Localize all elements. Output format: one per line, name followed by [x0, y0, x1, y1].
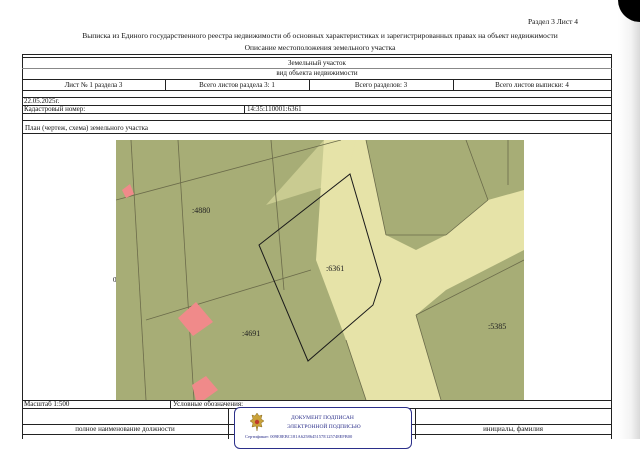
- land-plan-map: :4880 :6361 :4691 :5385: [116, 140, 524, 400]
- total-sheets-section: Всего листов раздела 3: 1: [199, 81, 275, 89]
- object-type: Земельный участок: [288, 59, 346, 67]
- legend-label: Условные обозначения:: [173, 400, 244, 408]
- table-border: [22, 79, 612, 80]
- stamp-certificate: Сертификат: 009E8EBC181A6258645157E12574…: [245, 434, 353, 439]
- parcel-label-6361: :6361: [326, 264, 344, 273]
- sheet-number: Лист № 1 раздела 3: [64, 81, 123, 89]
- table-border: [22, 105, 612, 106]
- parcel-label-4880: :4880: [192, 206, 210, 215]
- table-border: [22, 97, 612, 98]
- table-border: [244, 105, 245, 113]
- document-title: Выписка из Единого государственного реес…: [82, 31, 558, 40]
- total-sections: Всего разделов: 3: [354, 81, 408, 89]
- electronic-signature-stamp: ДОКУМЕНТ ПОДПИСАН ЭЛЕКТРОННОЙ ПОДПИСЬЮ С…: [234, 407, 412, 449]
- table-border: [611, 54, 612, 439]
- table-border: [22, 113, 612, 114]
- document-subtitle: Описание местоположения земельного участ…: [244, 43, 396, 52]
- cadastral-number-label: Кадастровый номер:: [24, 105, 86, 113]
- table-border: [228, 408, 229, 439]
- screen-edge: [618, 0, 640, 439]
- object-type-caption: вид объекта недвижимости: [276, 69, 358, 77]
- total-sheets-extract: Всего листов выписки: 4: [495, 81, 569, 89]
- emblem-icon: [249, 412, 265, 432]
- stamp-line-signed: ДОКУМЕНТ ПОДПИСАН: [291, 415, 354, 421]
- table-border: [22, 54, 23, 439]
- parcel-label-4691: :4691: [242, 329, 260, 338]
- position-caption: полное наименование должности: [75, 425, 175, 433]
- section-sheet-label: Раздел 3 Лист 4: [528, 17, 579, 26]
- table-border: [22, 54, 612, 55]
- table-border: [22, 133, 612, 134]
- table-border: [415, 408, 416, 439]
- table-border: [22, 90, 612, 91]
- plan-title: План (чертеж, схема) земельного участка: [25, 124, 149, 132]
- cadastral-number-value: 14:35:110001:6361: [247, 105, 302, 113]
- scale-label: Масштаб 1:500: [24, 400, 70, 408]
- document-date: 22.05.2025г.: [24, 97, 60, 105]
- parcel-label-5385: :5385: [488, 322, 506, 331]
- stamp-line-esig: ЭЛЕКТРОННОЙ ПОДПИСЬЮ: [287, 424, 361, 430]
- table-border: [22, 400, 612, 401]
- table-border: [170, 400, 171, 408]
- table-border: [22, 57, 612, 58]
- table-border: [22, 120, 612, 121]
- name-caption: инициалы, фамилия: [483, 425, 543, 433]
